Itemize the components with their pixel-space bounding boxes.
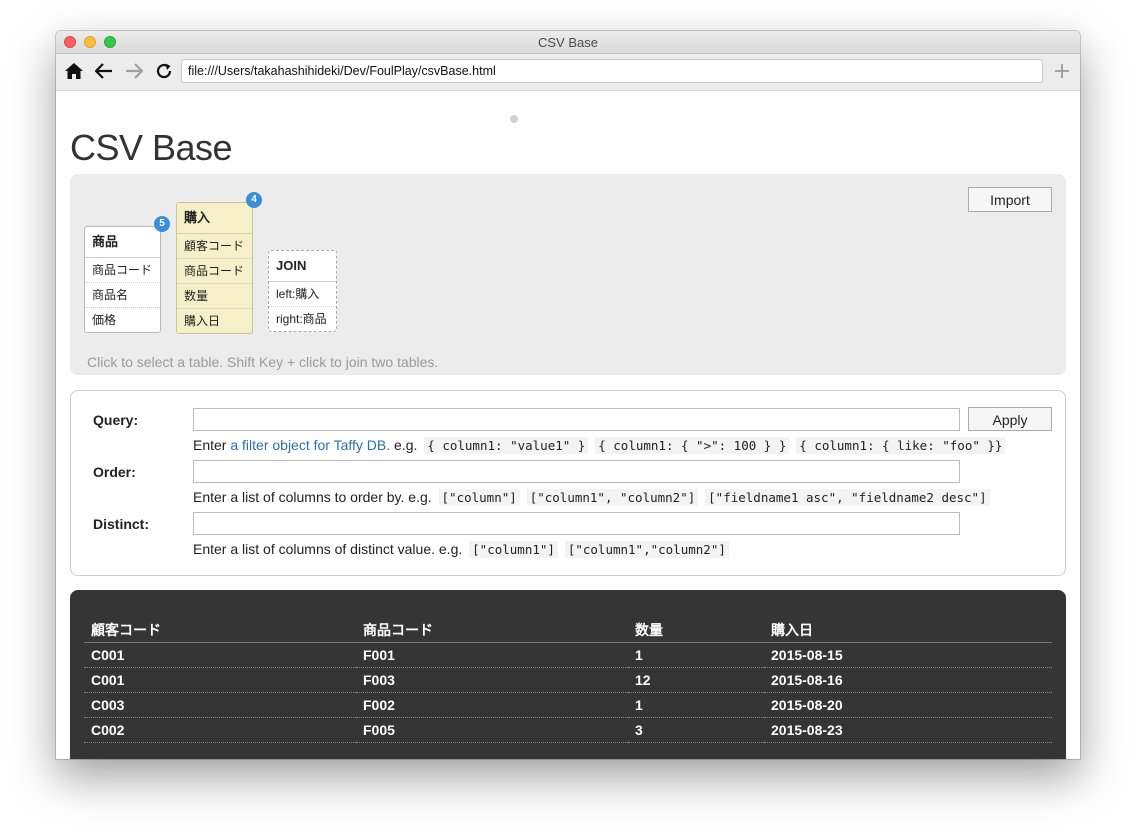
table-cell: 1 bbox=[628, 692, 764, 718]
example-code: { column1: { ">": 100 } } bbox=[595, 437, 790, 454]
address-bar[interactable]: file:///Users/takahashihideki/Dev/FoulPl… bbox=[181, 59, 1043, 83]
results-panel: 顧客コード 商品コード 数量 購入日 C001 F001 1 2015-08-1… bbox=[70, 590, 1066, 759]
order-input[interactable] bbox=[193, 460, 960, 483]
table-row: C002 F005 3 2015-08-23 bbox=[84, 717, 1052, 743]
column-header[interactable]: 商品コード bbox=[356, 618, 628, 643]
example-code: ["column1"] bbox=[469, 541, 558, 558]
help-text: e.g. bbox=[394, 437, 418, 453]
column-header[interactable]: 購入日 bbox=[764, 618, 1052, 643]
home-icon[interactable] bbox=[61, 58, 87, 84]
help-text: Enter a list of columns to order by. e.g… bbox=[193, 489, 432, 505]
taffy-db-link[interactable]: a filter object for Taffy DB. bbox=[230, 437, 390, 453]
query-help: Enter a filter object for Taffy DB. e.g.… bbox=[193, 437, 1006, 454]
panel-hint: Click to select a table. Shift Key + cli… bbox=[87, 354, 439, 370]
query-input[interactable] bbox=[193, 408, 960, 431]
table-cell: 2015-08-20 bbox=[764, 692, 1052, 718]
table-column: 価格 bbox=[92, 313, 117, 327]
distinct-help: Enter a list of columns of distinct valu… bbox=[193, 541, 729, 558]
example-code: ["column1","column2"] bbox=[564, 541, 729, 558]
example-code: ["column"] bbox=[438, 489, 520, 506]
page-title: CSV Base bbox=[70, 127, 233, 168]
table-column: 商品コード bbox=[85, 258, 160, 283]
table-cell: F002 bbox=[356, 692, 628, 718]
table-cell: 12 bbox=[628, 667, 764, 693]
distinct-label: Distinct: bbox=[93, 516, 149, 532]
help-text: Enter bbox=[193, 437, 227, 453]
table-column: 顧客コード bbox=[177, 234, 252, 259]
table-row: C001 F001 1 2015-08-15 bbox=[84, 642, 1052, 668]
table-cell: 2015-08-15 bbox=[764, 642, 1052, 668]
new-tab-plus-icon[interactable] bbox=[1049, 58, 1075, 84]
table-cell: C002 bbox=[84, 717, 356, 743]
table-panel: Import 商品 商品コード 商品名 価格 5 購入 顧客コード 商品コード … bbox=[70, 174, 1066, 375]
column-header[interactable]: 数量 bbox=[628, 618, 764, 643]
table-cell: C001 bbox=[84, 642, 356, 668]
help-text: Enter a list of columns of distinct valu… bbox=[193, 541, 463, 557]
apply-button[interactable]: Apply bbox=[968, 407, 1052, 431]
order-help: Enter a list of columns to order by. e.g… bbox=[193, 489, 990, 506]
table-cell: F003 bbox=[356, 667, 628, 693]
page-content: CSV Base Import 商品 商品コード 商品名 価格 5 購入 顧客コ… bbox=[56, 91, 1080, 759]
table-cell: 2015-08-16 bbox=[764, 667, 1052, 693]
query-form: Query: Apply Enter a filter object for T… bbox=[70, 390, 1066, 576]
distinct-input[interactable] bbox=[193, 512, 960, 535]
table-cell: F005 bbox=[356, 717, 628, 743]
table-column: 商品名 bbox=[85, 283, 160, 308]
table-cell: C003 bbox=[84, 692, 356, 718]
order-label: Order: bbox=[93, 464, 136, 480]
table-card-konyu[interactable]: 購入 顧客コード 商品コード 数量 購入日 bbox=[176, 202, 253, 334]
table-cell: 3 bbox=[628, 717, 764, 743]
query-label: Query: bbox=[93, 412, 139, 428]
loading-indicator bbox=[510, 115, 518, 123]
import-button[interactable]: Import bbox=[968, 187, 1052, 212]
table-card-join[interactable]: JOIN left:購入 right:商品 bbox=[268, 250, 337, 332]
table-cell: F001 bbox=[356, 642, 628, 668]
example-code: ["column1", "column2"] bbox=[526, 489, 699, 506]
example-code: { column1: "value1" } bbox=[424, 437, 589, 454]
example-code: { column1: { like: "foo" }} bbox=[796, 437, 1006, 454]
table-card-shohin[interactable]: 商品 商品コード 商品名 価格 bbox=[84, 226, 161, 333]
row-count-badge: 4 bbox=[246, 192, 262, 208]
browser-window: CSV Base file:///Users/takahashihideki/D… bbox=[56, 31, 1080, 759]
table-column: 購入日 bbox=[184, 314, 221, 328]
row-count-badge: 5 bbox=[154, 216, 170, 232]
table-column: 商品コード bbox=[177, 259, 252, 284]
table-header-row: 顧客コード 商品コード 数量 購入日 bbox=[84, 618, 1052, 643]
reload-icon[interactable] bbox=[151, 58, 177, 84]
title-bar: CSV Base bbox=[56, 31, 1080, 54]
table-cell: 2015-08-23 bbox=[764, 717, 1052, 743]
results-table: 顧客コード 商品コード 数量 購入日 C001 F001 1 2015-08-1… bbox=[84, 618, 1052, 743]
browser-toolbar: file:///Users/takahashihideki/Dev/FoulPl… bbox=[56, 54, 1080, 91]
table-card-title: 商品 bbox=[85, 227, 160, 258]
table-row: C003 F002 1 2015-08-20 bbox=[84, 692, 1052, 718]
back-arrow-icon[interactable] bbox=[91, 58, 117, 84]
join-right: right:商品 bbox=[276, 312, 327, 326]
join-left: left:購入 bbox=[269, 282, 336, 307]
table-column: 数量 bbox=[177, 284, 252, 309]
example-code: ["fieldname1 asc", "fieldname2 desc"] bbox=[705, 489, 990, 506]
table-card-title: 購入 bbox=[177, 203, 252, 234]
column-header[interactable]: 顧客コード bbox=[84, 618, 356, 643]
forward-arrow-icon[interactable] bbox=[121, 58, 147, 84]
table-card-title: JOIN bbox=[269, 251, 336, 282]
table-cell: C001 bbox=[84, 667, 356, 693]
table-cell: 1 bbox=[628, 642, 764, 668]
window-title: CSV Base bbox=[538, 35, 598, 50]
table-row: C001 F003 12 2015-08-16 bbox=[84, 667, 1052, 693]
